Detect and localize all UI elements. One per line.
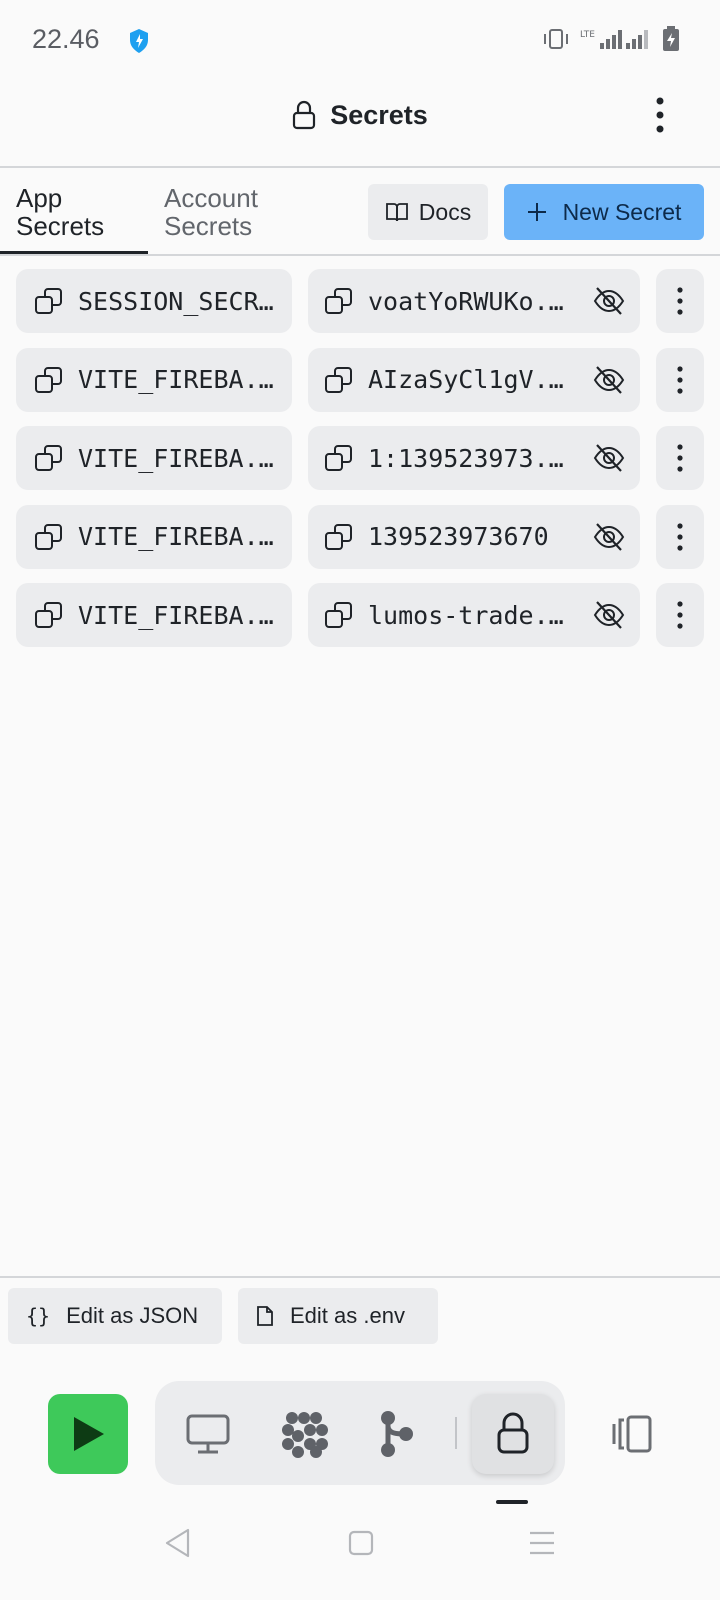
- lock-icon: [497, 1412, 529, 1454]
- secret-value: lumos-trade...: [368, 600, 572, 630]
- secret-more-button[interactable]: [656, 269, 704, 333]
- lock-icon: [293, 100, 316, 130]
- play-icon: [74, 1417, 104, 1451]
- copy-icon[interactable]: [34, 365, 64, 395]
- secret-key: VITE_FIREBA...: [78, 443, 284, 473]
- split-pane-icon: [612, 1415, 652, 1453]
- battery-icon: [663, 26, 679, 51]
- docs-label: Docs: [418, 198, 472, 225]
- secret-row: VITE_FIREBA... 139523973670: [16, 504, 704, 569]
- back-icon[interactable]: [164, 1528, 192, 1558]
- system-nav-bar: [0, 1528, 720, 1588]
- git-icon: [381, 1411, 413, 1457]
- new-secret-label: New Secret: [562, 198, 682, 225]
- file-icon: [257, 1306, 273, 1326]
- status-icons: LTE: [542, 26, 680, 52]
- more-vertical-icon: [677, 522, 683, 551]
- braces-icon: {}: [26, 1304, 51, 1328]
- vibrate-icon: [544, 29, 568, 49]
- svg-text:LTE: LTE: [580, 30, 595, 40]
- active-dock-indicator: [496, 1500, 528, 1504]
- secret-value: 139523973670: [368, 522, 549, 551]
- run-button[interactable]: [48, 1394, 128, 1474]
- secret-row: SESSION_SECRET voatYoRWUKo...: [16, 269, 704, 333]
- dock-packages-button[interactable]: [264, 1394, 344, 1474]
- secret-row: VITE_FIREBA... AIzaSyCl1gV...: [16, 347, 704, 412]
- secret-value-chip[interactable]: 139523973670: [308, 504, 640, 569]
- home-icon[interactable]: [348, 1530, 374, 1556]
- copy-icon[interactable]: [34, 286, 64, 316]
- more-vertical-icon: [677, 601, 683, 629]
- edit-env-label: Edit as .env: [290, 1303, 405, 1328]
- tab-app-secrets[interactable]: App Secrets: [16, 184, 104, 240]
- edit-json-label: Edit as JSON: [66, 1303, 199, 1328]
- secret-row: VITE_FIREBA... lumos-trade...: [16, 583, 704, 647]
- copy-icon[interactable]: [324, 365, 354, 395]
- plus-icon: [527, 203, 546, 221]
- more-vertical-icon: [656, 97, 664, 133]
- copy-icon[interactable]: [324, 286, 354, 316]
- secret-value-chip[interactable]: 1:139523973...: [308, 426, 640, 490]
- menu-icon[interactable]: [528, 1530, 556, 1556]
- new-secret-button[interactable]: New Secret: [504, 184, 704, 240]
- monitor-icon: [186, 1414, 230, 1454]
- dock-separator: [455, 1417, 457, 1449]
- tab-account-secrets[interactable]: Account Secrets: [164, 184, 258, 240]
- copy-icon[interactable]: [34, 522, 64, 552]
- copy-icon[interactable]: [34, 600, 64, 630]
- secret-row: VITE_FIREBA... 1:139523973...: [16, 426, 704, 490]
- secret-key-chip[interactable]: VITE_FIREBA...: [16, 426, 292, 490]
- secret-key-chip[interactable]: VITE_FIREBA...: [16, 347, 292, 412]
- secret-value-chip[interactable]: AIzaSyCl1gV...: [308, 347, 640, 412]
- eye-off-icon[interactable]: [592, 521, 626, 553]
- shield-icon: [130, 29, 148, 53]
- dock-git-button[interactable]: [356, 1394, 436, 1474]
- status-time: 22.46: [32, 24, 100, 54]
- copy-icon[interactable]: [34, 443, 64, 473]
- packages-icon: [282, 1412, 328, 1458]
- secret-more-button[interactable]: [656, 504, 704, 569]
- header-divider: [0, 166, 720, 168]
- secret-value: voatYoRWUKo...: [368, 286, 572, 316]
- page-header: Secrets: [0, 90, 720, 140]
- secret-more-button[interactable]: [656, 347, 704, 412]
- eye-off-icon[interactable]: [592, 442, 626, 474]
- secret-key: SESSION_SECRET: [78, 286, 284, 316]
- eye-off-icon[interactable]: [592, 364, 626, 396]
- copy-icon[interactable]: [324, 600, 354, 630]
- docs-button[interactable]: Docs: [368, 184, 488, 240]
- secret-value-chip[interactable]: voatYoRWUKo...: [308, 269, 640, 333]
- secret-value-chip[interactable]: lumos-trade...: [308, 583, 640, 647]
- secret-more-button[interactable]: [656, 583, 704, 647]
- secret-more-button[interactable]: [656, 426, 704, 490]
- tabs-divider: [0, 254, 720, 256]
- eye-off-icon[interactable]: [592, 285, 626, 317]
- more-options-button[interactable]: [640, 92, 680, 138]
- edit-as-env-button[interactable]: Edit as .env: [238, 1288, 438, 1344]
- signal-icon: LTE: [580, 30, 648, 49]
- secret-key-chip[interactable]: VITE_FIREBA...: [16, 504, 292, 569]
- secret-key: VITE_FIREBA...: [78, 365, 284, 394]
- more-vertical-icon: [677, 365, 683, 394]
- copy-icon[interactable]: [324, 443, 354, 473]
- more-vertical-icon: [677, 444, 683, 472]
- secret-value: AIzaSyCl1gV...: [368, 365, 572, 394]
- secret-key-chip[interactable]: VITE_FIREBA...: [16, 583, 292, 647]
- eye-off-icon[interactable]: [592, 599, 626, 631]
- edit-as-json-button[interactable]: {} Edit as JSON: [8, 1288, 222, 1344]
- dock-secrets-button[interactable]: [472, 1394, 554, 1474]
- dock-monitor-button[interactable]: [168, 1394, 248, 1474]
- more-vertical-icon: [677, 287, 683, 315]
- copy-icon[interactable]: [324, 522, 354, 552]
- secret-key: VITE_FIREBA...: [78, 600, 284, 630]
- book-icon: [385, 203, 408, 222]
- secret-key-chip[interactable]: SESSION_SECRET: [16, 269, 292, 333]
- dock-layout-button[interactable]: [590, 1394, 670, 1474]
- page-title: Secrets: [330, 99, 428, 130]
- secret-value: 1:139523973...: [368, 443, 572, 473]
- secret-key: VITE_FIREBA...: [78, 522, 284, 551]
- footer-divider: [0, 1276, 720, 1278]
